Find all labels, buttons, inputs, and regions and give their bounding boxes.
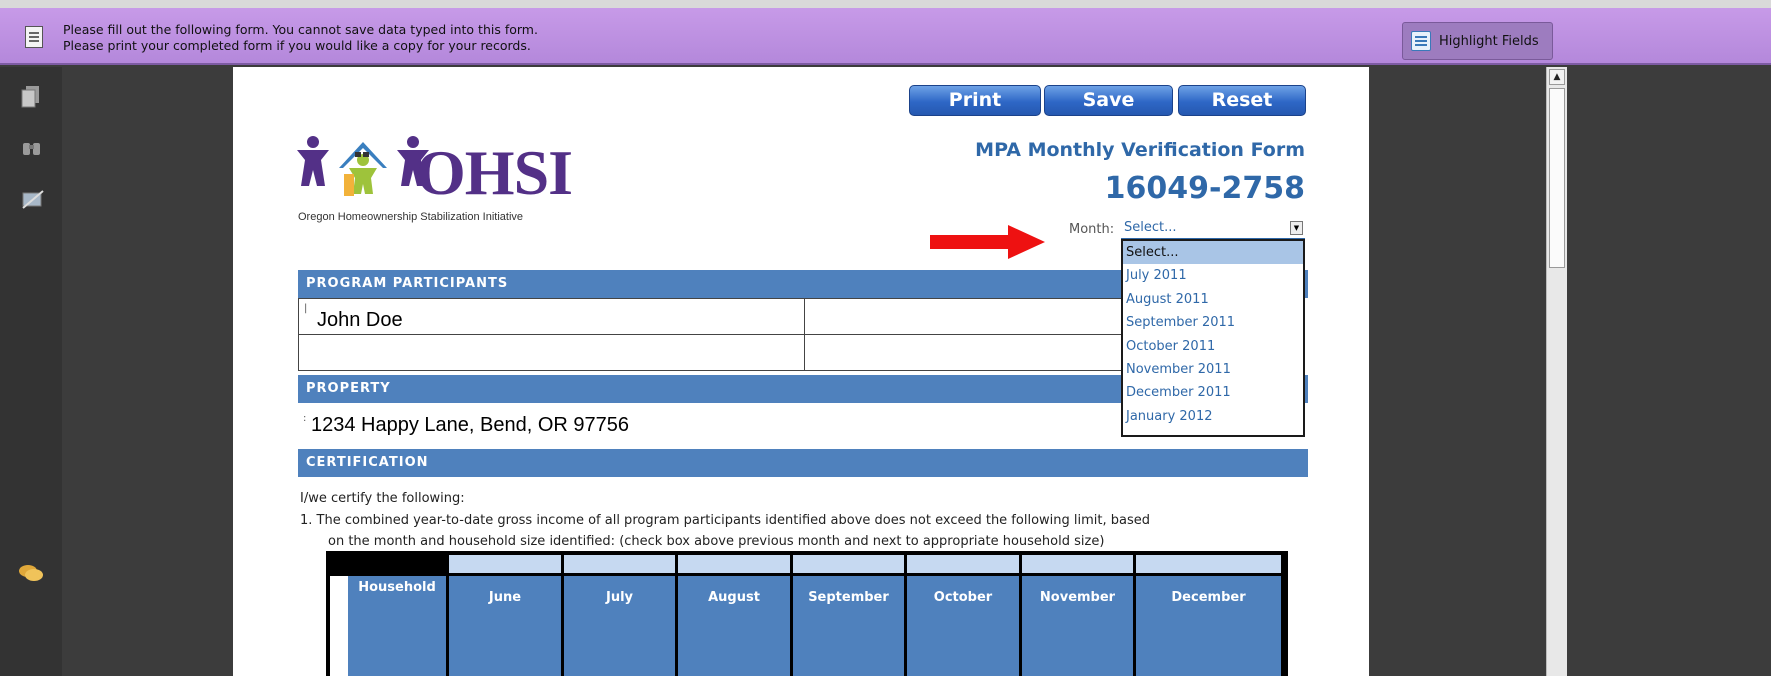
highlight-fields-button[interactable]: Highlight Fields [1402, 22, 1553, 60]
certification-intro: I/we certify the following: [300, 491, 465, 506]
month-option[interactable]: July 2011 [1123, 264, 1303, 287]
month-option[interactable]: October 2011 [1123, 335, 1303, 358]
participant-1-field[interactable]: | John Doe [298, 298, 805, 335]
pages-icon[interactable] [21, 85, 41, 109]
field-marker: | [304, 303, 308, 314]
header-november: November [1022, 576, 1133, 676]
scrollbar-thumb[interactable] [1549, 88, 1565, 268]
income-limit-table: Household June July August September Oct… [326, 551, 1288, 676]
header-october: October [907, 576, 1019, 676]
certification-item-1: 1. The combined year-to-date gross incom… [300, 513, 1150, 528]
binoculars-icon[interactable] [21, 139, 43, 157]
notice-text: Please fill out the following form. You … [63, 22, 538, 54]
participant-2-field[interactable] [298, 334, 805, 371]
form-title: MPA Monthly Verification Form [975, 139, 1305, 161]
participant-2-extra-field[interactable] [804, 334, 1124, 371]
form-number: 16049-2758 [1104, 171, 1305, 206]
header-household: Household [348, 576, 446, 676]
month-option[interactable]: November 2011 [1123, 358, 1303, 381]
window-top-strip [0, 0, 1771, 8]
checkbox-november[interactable] [1022, 555, 1133, 573]
pdf-page: Print Save Reset OHSI Oregon Homeownersh… [233, 67, 1369, 676]
form-notice-bar: Please fill out the following form. You … [0, 8, 1771, 65]
section-certification: CERTIFICATION [298, 449, 1308, 477]
header-september: September [793, 576, 904, 676]
highlight-fields-label: Highlight Fields [1439, 33, 1539, 49]
participant-1-extra-field[interactable] [804, 298, 1124, 335]
header-august: August [678, 576, 790, 676]
month-option[interactable]: August 2011 [1123, 288, 1303, 311]
header-july: July [564, 576, 675, 676]
participant-1-name: John Doe [317, 309, 403, 331]
month-option[interactable]: September 2011 [1123, 311, 1303, 334]
logo-tagline: Oregon Homeownership Stabilization Initi… [298, 211, 524, 223]
month-option[interactable]: Select... [1123, 241, 1303, 265]
month-select[interactable]: Select... ▼ [1121, 218, 1305, 239]
month-select-value: Select... [1124, 220, 1177, 235]
month-option[interactable]: January 2012 [1123, 405, 1303, 428]
reset-button[interactable]: Reset [1178, 85, 1306, 116]
checkbox-october[interactable] [907, 555, 1019, 573]
highlight-fields-icon [1411, 31, 1431, 51]
dropdown-arrow-icon[interactable]: ▼ [1290, 221, 1303, 235]
checkbox-august[interactable] [678, 555, 790, 573]
month-dropdown-list: Select... July 2011 August 2011 Septembe… [1121, 239, 1305, 437]
notice-line-1: Please fill out the following form. You … [63, 22, 538, 37]
checkbox-july[interactable] [564, 555, 675, 573]
checkbox-september[interactable] [793, 555, 904, 573]
logo-wordmark: OHSI [416, 137, 573, 208]
field-marker: : [303, 413, 307, 424]
property-address: 1234 Happy Lane, Bend, OR 97756 [311, 414, 630, 436]
vertical-scrollbar[interactable]: ▲ [1546, 67, 1567, 676]
comments-icon[interactable] [18, 562, 44, 584]
checkbox-june[interactable] [449, 555, 561, 573]
scroll-up-arrow-icon[interactable]: ▲ [1549, 69, 1565, 85]
header-june: June [449, 576, 561, 676]
header-december: December [1136, 576, 1281, 676]
red-arrow-icon [930, 225, 1045, 259]
print-button[interactable]: Print [909, 85, 1041, 116]
left-navigation-panel [0, 67, 62, 676]
notice-line-2: Please print your completed form if you … [63, 38, 531, 53]
form-document-icon [25, 26, 43, 48]
checkbox-december[interactable] [1136, 555, 1281, 573]
signature-icon[interactable] [21, 189, 45, 211]
month-label: Month: [1069, 222, 1115, 237]
certification-item-1-cont: on the month and household size identifi… [328, 534, 1105, 549]
month-option[interactable]: December 2011 [1123, 381, 1303, 404]
save-button[interactable]: Save [1044, 85, 1173, 116]
